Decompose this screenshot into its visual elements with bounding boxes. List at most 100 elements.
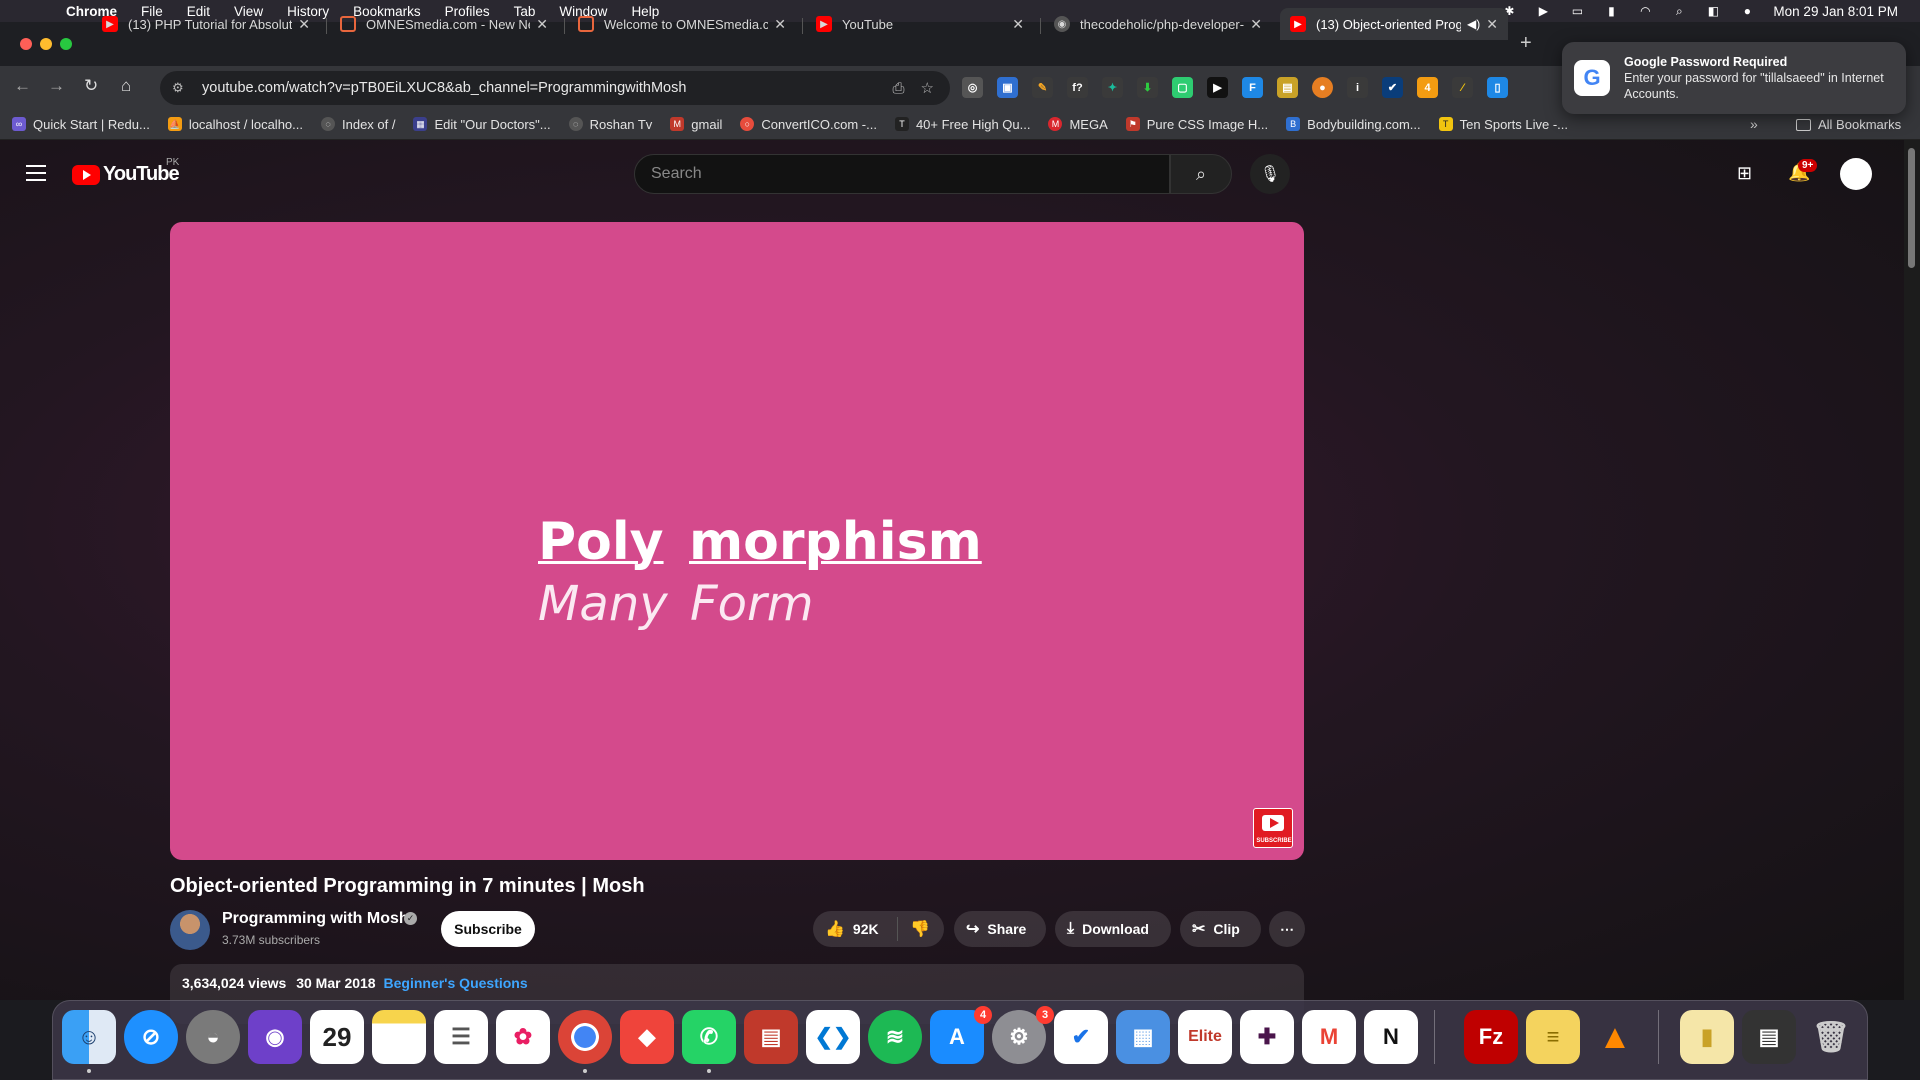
notes-icon[interactable]: [372, 1010, 426, 1064]
bookmark-localhost[interactable]: ⛵ localhost / localho...: [167, 117, 303, 132]
zoom-window-button[interactable]: [60, 38, 72, 50]
safari-icon[interactable]: ⊘: [124, 1010, 178, 1064]
youtube-logo[interactable]: YouTube PK: [72, 157, 180, 186]
minimize-window-button[interactable]: [40, 38, 52, 50]
menubar-clock[interactable]: Mon 29 Jan 8:01 PM: [1773, 4, 1898, 19]
whatsapp-icon[interactable]: ✆: [682, 1010, 736, 1064]
spotlight-search-icon[interactable]: ⌕: [1671, 4, 1687, 18]
clipboard-extension-icon[interactable]: ▯: [1487, 77, 1508, 98]
spotify-icon[interactable]: ≋: [868, 1010, 922, 1064]
address-bar[interactable]: ⚙ youtube.com/watch?v=pTB0EiLXUC8&ab_cha…: [160, 71, 950, 105]
battery-icon[interactable]: ▮: [1603, 4, 1619, 18]
bookmark-edit-our-doctors[interactable]: ▦ Edit "Our Doctors"...: [413, 117, 551, 132]
search-button[interactable]: ⌕: [1170, 154, 1232, 194]
close-tab-icon[interactable]: ✕: [298, 16, 310, 33]
stickies-icon[interactable]: ≡: [1526, 1010, 1580, 1064]
ruler-extension-icon[interactable]: ▤: [1277, 77, 1298, 98]
tab-omnesmedia-new[interactable]: OMNESmedia.com - New New ✕: [330, 8, 558, 40]
password-required-notification[interactable]: G Google Password Required Enter your pa…: [1562, 42, 1906, 114]
pen-extension-icon[interactable]: ⁄: [1452, 77, 1473, 98]
font-extension-icon[interactable]: f?: [1067, 77, 1088, 98]
bookmark-pure-css[interactable]: ⚑ Pure CSS Image H...: [1125, 117, 1268, 132]
close-tab-icon[interactable]: ✕: [1012, 16, 1024, 33]
all-bookmarks-button[interactable]: All Bookmarks: [1796, 117, 1901, 132]
bookmark-free-high-quality[interactable]: T 40+ Free High Qu...: [894, 117, 1030, 132]
bookmark-converticon[interactable]: ○ ConvertICO.com -...: [740, 117, 877, 132]
slack-icon[interactable]: ✚: [1240, 1010, 1294, 1064]
install-app-icon[interactable]: ⎙: [893, 80, 905, 97]
subscribe-button[interactable]: Subscribe: [441, 911, 535, 947]
hashtag-link[interactable]: Beginner's Questions: [384, 975, 528, 991]
tasks-icon[interactable]: ✔: [1054, 1010, 1108, 1064]
filezilla-icon[interactable]: Fz: [1464, 1010, 1518, 1064]
green-extension-icon[interactable]: ▢: [1172, 77, 1193, 98]
tableplus-elephant-icon[interactable]: ◒: [186, 1010, 240, 1064]
reload-button[interactable]: ↻: [84, 76, 98, 96]
channel-avatar[interactable]: [170, 910, 210, 950]
tab-github-php-developer[interactable]: ◉ thecodeholic/php-developer- ✕: [1044, 8, 1272, 40]
fonts-extension-icon[interactable]: F: [1242, 77, 1263, 98]
vlc-icon[interactable]: ▲: [1588, 1010, 1642, 1064]
tab-php-tutorial[interactable]: ▶ (13) PHP Tutorial for Absolute ✕: [92, 8, 320, 40]
anydesk-icon[interactable]: ◆: [620, 1010, 674, 1064]
reminders-icon[interactable]: ☰: [434, 1010, 488, 1064]
control-center-icon[interactable]: ◧: [1705, 4, 1721, 18]
info-extension-icon[interactable]: i: [1347, 77, 1368, 98]
wifi-icon[interactable]: ◠: [1637, 4, 1653, 18]
close-tab-icon[interactable]: ✕: [1250, 16, 1262, 33]
subscribe-watermark-icon[interactable]: SUBSCRIBE: [1253, 808, 1293, 848]
bookmark-ten-sports[interactable]: T Ten Sports Live -...: [1438, 117, 1568, 132]
tab-omnesmedia-welcome[interactable]: Welcome to OMNESmedia.co ✕: [568, 8, 796, 40]
download-button[interactable]: ⤓ Download: [1055, 911, 1171, 947]
close-tab-icon[interactable]: ✕: [774, 16, 786, 33]
transcend-elite-icon[interactable]: Elite: [1178, 1010, 1232, 1064]
page-scrollbar[interactable]: [1904, 140, 1920, 1000]
account-avatar[interactable]: [1840, 158, 1872, 190]
more-actions-button[interactable]: ⋯: [1269, 911, 1305, 947]
dislike-button[interactable]: 👎: [910, 919, 930, 939]
github-desktop-icon[interactable]: ◉: [248, 1010, 302, 1064]
channel-name[interactable]: Programming with Mosh: [222, 910, 409, 928]
forward-button[interactable]: →: [48, 76, 65, 96]
voice-search-button[interactable]: 🎙: [1250, 154, 1290, 194]
launchpad-icon[interactable]: ▦: [1116, 1010, 1170, 1064]
bookmark-roshan-tv[interactable]: ◌ Roshan Tv: [568, 117, 652, 132]
badge-extension-icon[interactable]: 4: [1417, 77, 1438, 98]
pdf-reader-icon[interactable]: ▤: [744, 1010, 798, 1064]
palette-extension-icon[interactable]: ●: [1312, 77, 1333, 98]
calendar-icon[interactable]: 29: [310, 1010, 364, 1064]
site-info-icon[interactable]: ⚙: [172, 80, 190, 96]
scrollbar-thumb[interactable]: [1908, 148, 1915, 268]
screenshot-extension-icon[interactable]: ▣: [997, 77, 1018, 98]
video-extension-icon[interactable]: ▶: [1207, 77, 1228, 98]
bookmark-star-icon[interactable]: ☆: [921, 79, 934, 97]
video-player[interactable]: Poly morphism Many Form SUBSCRIBE: [170, 222, 1304, 860]
create-video-icon[interactable]: ⊞: [1737, 163, 1752, 184]
tab-object-oriented-programming[interactable]: ▶ (13) Object-oriented Prog ◀) ✕: [1280, 8, 1508, 40]
siri-icon[interactable]: ●: [1739, 4, 1755, 18]
new-tab-button[interactable]: +: [1520, 32, 1532, 55]
share-button[interactable]: ↪ Share: [954, 911, 1046, 947]
color-picker-extension-icon[interactable]: ✎: [1032, 77, 1053, 98]
hamburger-menu-icon[interactable]: [26, 165, 46, 186]
tab-youtube[interactable]: ▶ YouTube ✕: [806, 8, 1034, 40]
download-extension-icon[interactable]: ⬇: [1137, 77, 1158, 98]
bookmark-gmail[interactable]: Mgmail: [670, 117, 722, 132]
bookmark-index-of[interactable]: ◌ Index of /: [321, 117, 395, 132]
close-tab-icon[interactable]: ✕: [1486, 16, 1498, 33]
clip-button[interactable]: ✂ Clip: [1180, 911, 1261, 947]
check-extension-icon[interactable]: ✔: [1382, 77, 1403, 98]
address-url[interactable]: youtube.com/watch?v=pTB0EiLXUC8&ab_chann…: [202, 80, 893, 96]
back-button[interactable]: ←: [14, 76, 31, 96]
home-button[interactable]: ⌂: [121, 76, 131, 96]
play-status-icon[interactable]: ▶: [1535, 4, 1551, 18]
archive-folder-icon[interactable]: ▮: [1680, 1010, 1734, 1064]
gmail-dock-icon[interactable]: M: [1302, 1010, 1356, 1064]
bookmark-bodybuilding[interactable]: B Bodybuilding.com...: [1286, 117, 1421, 132]
recent-files-stack-icon[interactable]: ▤: [1742, 1010, 1796, 1064]
chrome-icon[interactable]: [558, 1010, 612, 1064]
finder-icon[interactable]: ☺: [62, 1010, 116, 1064]
speaker-icon[interactable]: ◀): [1467, 17, 1480, 31]
more-bookmarks-chevron-icon[interactable]: »: [1750, 116, 1758, 132]
bookmark-quick-start[interactable]: ∞ Quick Start | Redu...: [12, 117, 150, 132]
